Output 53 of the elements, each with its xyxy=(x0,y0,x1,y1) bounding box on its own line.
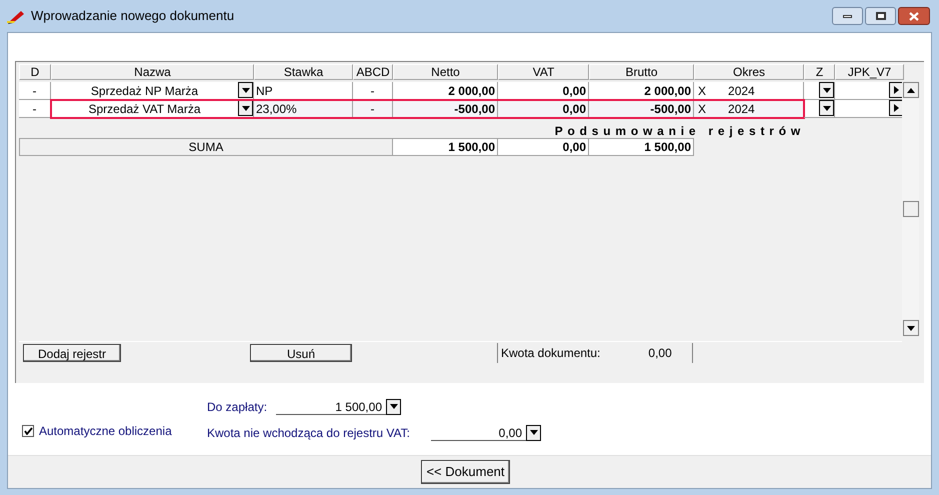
table-cell: -500,00 xyxy=(589,100,694,118)
caret-icon[interactable] xyxy=(386,398,401,414)
down-arrow-icon[interactable] xyxy=(906,326,914,330)
table-cell: 1 500,00 xyxy=(393,138,498,156)
maximize-button[interactable] xyxy=(865,7,896,25)
scrollbar[interactable] xyxy=(902,82,919,336)
non-vat-label: Kwota nie wchodząca do rejestru VAT: xyxy=(207,425,411,442)
table-cell: 0,00 xyxy=(498,100,589,118)
column-header: JPK_V7 xyxy=(835,64,904,80)
table-cell-text: X xyxy=(698,100,706,118)
column-header: Z xyxy=(804,64,835,80)
up-arrow-icon[interactable] xyxy=(906,88,914,92)
scrollbar-thumb[interactable] xyxy=(902,201,918,217)
caret-icon[interactable] xyxy=(819,100,834,116)
column-header: D xyxy=(19,64,51,80)
caret-icon[interactable] xyxy=(819,82,834,98)
column-header: ABCD xyxy=(353,64,393,80)
column-header: Nazwa xyxy=(51,64,254,80)
payment-field[interactable]: 1 500,00 xyxy=(276,399,401,415)
table-cell: -500,00 xyxy=(393,100,498,118)
summary-title: Podsumowanie rejestrów xyxy=(554,124,805,138)
table-cell: 0,00 xyxy=(498,138,589,156)
sum-label: SUMA xyxy=(19,138,393,156)
minimize-button[interactable] xyxy=(832,7,863,25)
auto-calc-label[interactable]: Automatyczne obliczenia xyxy=(39,422,172,440)
column-header: Okres xyxy=(694,64,804,80)
column-header: Netto xyxy=(393,64,498,80)
table-cell-text: Sprzedaż NP Marża xyxy=(90,83,200,99)
close-icon xyxy=(909,12,919,20)
payment-label: Do zapłaty: xyxy=(207,399,268,416)
column-header: Brutto xyxy=(589,64,694,80)
table-cell-text: 2024 xyxy=(728,82,755,100)
document-amount-label: Kwota dokumentu: xyxy=(501,344,600,362)
add-register-button[interactable]: Dodaj rejestr xyxy=(23,344,121,362)
caret-icon[interactable] xyxy=(238,82,253,98)
caret-icon[interactable] xyxy=(526,424,541,440)
table-cell: 23,00% xyxy=(254,100,353,118)
table-cell: 1 500,00 xyxy=(589,138,694,156)
table-cell-text: X xyxy=(698,82,706,100)
auto-calc-checkbox[interactable] xyxy=(22,425,34,437)
document-amount-value: 0,00 xyxy=(648,344,672,362)
table-cell-text: Sprzedaż VAT Marża xyxy=(87,101,202,117)
pen-icon xyxy=(7,8,27,24)
close-button[interactable] xyxy=(898,7,930,25)
column-header: Stawka xyxy=(254,64,353,80)
window-title: Wprowadzanie nowego dokumentu xyxy=(31,7,234,26)
non-vat-field[interactable]: 0,00 xyxy=(431,425,541,441)
caret-icon[interactable] xyxy=(238,100,253,116)
column-header: VAT xyxy=(498,64,589,80)
table-cell-text: 2024 xyxy=(728,100,755,118)
table-cell: - xyxy=(353,100,393,118)
document-button[interactable]: << Dokument xyxy=(421,460,510,484)
remove-button[interactable]: Usuń xyxy=(250,344,352,362)
